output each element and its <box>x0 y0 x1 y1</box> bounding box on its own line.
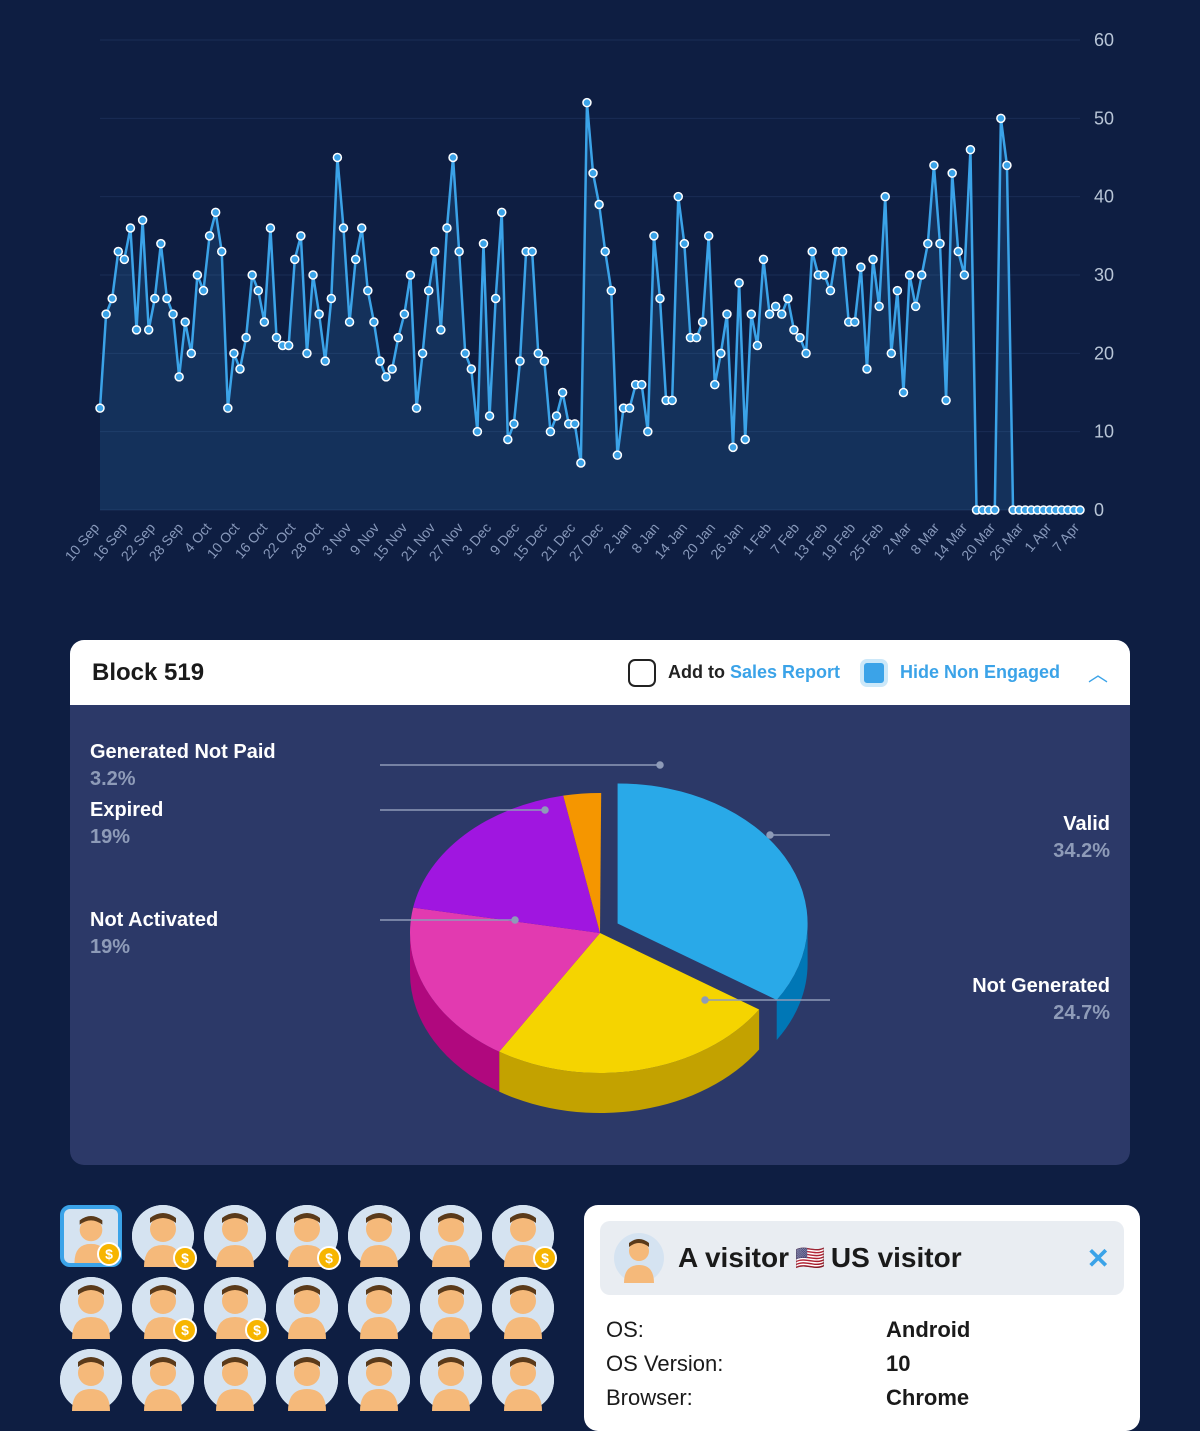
hide-non-engaged-checkbox[interactable]: Hide Non Engaged <box>860 659 1060 687</box>
visitor-avatar[interactable] <box>348 1205 410 1267</box>
visitor-avatar[interactable]: $ <box>492 1205 554 1267</box>
pie-label-not-generated: Not Generated 24.7% <box>972 975 1110 1025</box>
visitor-avatar[interactable] <box>348 1349 410 1411</box>
visitor-avatar[interactable] <box>492 1277 554 1339</box>
coin-badge-icon: $ <box>533 1246 557 1270</box>
visitor-avatar[interactable] <box>276 1277 338 1339</box>
visitor-detail-row: OS:Android <box>606 1313 1118 1347</box>
pie-label-gen-not-paid: Generated Not Paid 3.2% <box>90 741 276 791</box>
pie-chart: Generated Not Paid 3.2% Expired 19% Not … <box>70 705 1130 1165</box>
visitor-avatar[interactable] <box>60 1277 122 1339</box>
visitor-avatar[interactable] <box>204 1205 266 1267</box>
svg-text:60: 60 <box>1094 30 1114 50</box>
svg-text:2 Mar: 2 Mar <box>879 519 914 557</box>
visitor-avatar[interactable] <box>420 1277 482 1339</box>
svg-text:40: 40 <box>1094 187 1114 207</box>
visitor-header: A visitor 🇺🇸 US visitor ✕ <box>600 1221 1124 1295</box>
line-chart: 010203040506010 Sep16 Sep22 Sep28 Sep4 O… <box>50 20 1150 600</box>
visitor-avatar[interactable] <box>420 1349 482 1411</box>
visitor-avatar[interactable]: $ <box>60 1205 122 1267</box>
us-flag-icon: 🇺🇸 <box>795 1244 825 1273</box>
svg-text:20: 20 <box>1094 343 1114 363</box>
coin-badge-icon: $ <box>317 1246 341 1270</box>
visitor-avatar[interactable] <box>204 1349 266 1411</box>
svg-text:1 Apr: 1 Apr <box>1021 519 1054 555</box>
svg-text:3 Dec: 3 Dec <box>459 520 495 558</box>
svg-text:0: 0 <box>1094 500 1104 520</box>
avatar-icon <box>614 1233 664 1283</box>
pie-label-expired: Expired 19% <box>90 799 163 849</box>
visitor-avatar[interactable]: $ <box>132 1277 194 1339</box>
visitor-avatar[interactable] <box>492 1349 554 1411</box>
svg-text:30: 30 <box>1094 265 1114 285</box>
avatar-grid: $ $ $ $ $ $ <box>60 1205 554 1411</box>
visitor-avatar[interactable] <box>132 1349 194 1411</box>
visitor-title: A visitor 🇺🇸 US visitor <box>678 1242 1073 1274</box>
svg-text:50: 50 <box>1094 108 1114 128</box>
pie-label-not-activated: Not Activated 19% <box>90 909 218 959</box>
pie-label-valid: Valid 34.2% <box>1053 813 1110 863</box>
svg-text:1 Feb: 1 Feb <box>739 519 774 557</box>
add-to-sales-report-checkbox[interactable]: Add to Sales Report <box>628 659 840 687</box>
visitor-avatar[interactable] <box>348 1277 410 1339</box>
visitor-avatar[interactable] <box>60 1349 122 1411</box>
chevron-up-icon[interactable]: ︿ <box>1088 658 1108 687</box>
visitor-detail-row: OS Version:10 <box>606 1347 1118 1381</box>
svg-text:2 Jan: 2 Jan <box>600 520 634 557</box>
coin-badge-icon: $ <box>245 1318 269 1342</box>
checkbox-filled-icon <box>860 659 888 687</box>
visitor-avatar[interactable] <box>276 1349 338 1411</box>
visitor-avatar[interactable]: $ <box>204 1277 266 1339</box>
close-icon[interactable]: ✕ <box>1087 1242 1110 1275</box>
visitor-card: A visitor 🇺🇸 US visitor ✕ OS:AndroidOS V… <box>584 1205 1140 1431</box>
svg-text:3 Nov: 3 Nov <box>319 520 355 558</box>
block-title: Block 519 <box>92 659 608 687</box>
visitor-avatar[interactable]: $ <box>276 1205 338 1267</box>
coin-badge-icon: $ <box>97 1242 121 1266</box>
visitor-avatar[interactable]: $ <box>132 1205 194 1267</box>
checkbox-empty-icon <box>628 659 656 687</box>
visitor-avatar[interactable] <box>420 1205 482 1267</box>
block-card: Block 519 Add to Sales Report Hide Non E… <box>70 640 1130 1165</box>
coin-badge-icon: $ <box>173 1246 197 1270</box>
coin-badge-icon: $ <box>173 1318 197 1342</box>
visitor-details: OS:AndroidOS Version:10Browser:Chrome <box>600 1295 1124 1415</box>
block-header: Block 519 Add to Sales Report Hide Non E… <box>70 640 1130 705</box>
svg-text:10: 10 <box>1094 422 1114 442</box>
visitor-detail-row: Browser:Chrome <box>606 1381 1118 1415</box>
svg-text:7 Apr: 7 Apr <box>1049 519 1082 555</box>
